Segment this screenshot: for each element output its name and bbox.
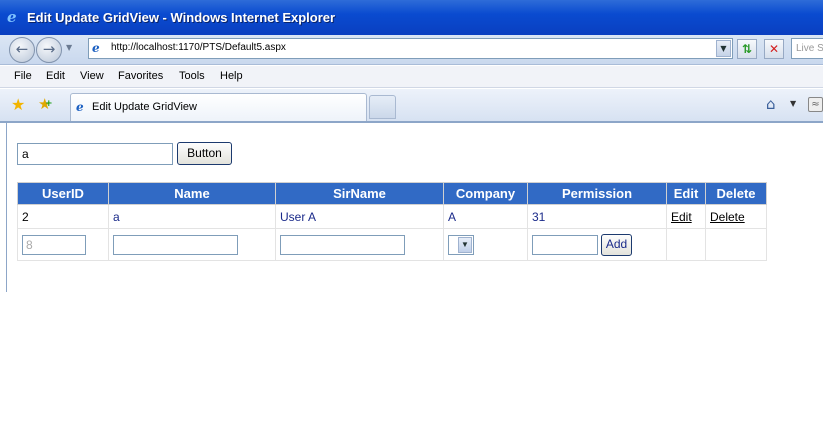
cell-delete: Delete — [705, 204, 767, 229]
blank-area — [0, 292, 823, 438]
chevron-down-icon: ▼ — [458, 236, 472, 253]
edit-link[interactable]: Edit — [671, 210, 692, 224]
add-favorite-icon[interactable]: ★ + — [38, 95, 53, 113]
grid-header-row: UserID Name SirName Company Permission E… — [17, 182, 767, 205]
footer-cell-company: ▼ — [443, 228, 528, 261]
tab-edit-update-gridview[interactable]: e Edit Update GridView — [70, 93, 367, 121]
col-edit: Edit — [666, 182, 706, 205]
menu-tools[interactable]: Tools — [179, 70, 205, 82]
menu-help[interactable]: Help — [220, 70, 243, 82]
footer-cell-sirname — [275, 228, 444, 261]
ie-logo-icon: e — [7, 8, 17, 26]
menu-view[interactable]: View — [80, 70, 104, 82]
new-tab-button[interactable] — [369, 95, 396, 119]
address-bar[interactable]: e http://localhost:1170/PTS/Default5.asp… — [88, 38, 733, 59]
col-delete: Delete — [705, 182, 767, 205]
address-toolbar: ← → ▼ e http://localhost:1170/PTS/Defaul… — [0, 35, 823, 65]
table-row: 2 a User A A 31 Edit Delete — [17, 204, 767, 229]
delete-link[interactable]: Delete — [710, 210, 745, 224]
new-userid-field[interactable]: 8 — [22, 234, 86, 255]
footer-cell-userid: 8 — [17, 228, 109, 261]
add-button[interactable]: Add — [601, 233, 632, 256]
new-company-select[interactable]: ▼ — [448, 234, 474, 255]
back-button[interactable]: ← — [9, 37, 35, 63]
col-permission: Permission — [527, 182, 667, 205]
footer-cell-edit — [666, 228, 706, 261]
favorites-star-icon[interactable]: ★ — [11, 95, 25, 114]
menu-edit[interactable]: Edit — [46, 70, 65, 82]
col-sirname: SirName — [275, 182, 444, 205]
footer-cell-permission: Add — [527, 228, 667, 261]
submit-button[interactable]: Button — [177, 142, 232, 165]
new-sirname-field[interactable] — [280, 234, 405, 255]
history-dropdown-icon[interactable]: ▼ — [66, 43, 72, 52]
window-titlebar: e Edit Update GridView - Windows Interne… — [0, 0, 823, 35]
new-permission-field[interactable] — [532, 234, 598, 255]
cell-name: a — [108, 204, 276, 229]
address-url[interactable]: http://localhost:1170/PTS/Default5.aspx — [111, 42, 286, 53]
window-title: Edit Update GridView - Windows Internet … — [27, 10, 336, 25]
col-name: Name — [108, 182, 276, 205]
refresh-icon[interactable]: ⇅ — [737, 39, 757, 59]
col-userid: UserID — [17, 182, 109, 205]
search-input[interactable] — [17, 143, 173, 165]
home-dropdown-icon[interactable]: ▼ — [790, 99, 796, 108]
cell-userid: 2 — [17, 204, 109, 229]
tab-label: Edit Update GridView — [92, 101, 197, 113]
new-name-field[interactable] — [113, 234, 238, 255]
page-icon: e — [92, 41, 100, 55]
tab-page-icon: e — [76, 100, 84, 114]
stop-icon[interactable]: ✕ — [764, 39, 784, 59]
menu-bar: File Edit View Favorites Tools Help — [0, 66, 823, 88]
footer-cell-delete — [705, 228, 767, 261]
col-company: Company — [443, 182, 528, 205]
menu-favorites[interactable]: Favorites — [118, 70, 163, 82]
footer-cell-name — [108, 228, 276, 261]
cell-company: A — [443, 204, 528, 229]
cell-edit: Edit — [666, 204, 706, 229]
cell-sirname: User A — [275, 204, 444, 229]
tab-bar: ★ ★ + e Edit Update GridView ⌂ ▼ ≈ — [0, 89, 823, 123]
home-icon[interactable]: ⌂ — [766, 95, 776, 113]
forward-button[interactable]: → — [36, 37, 62, 63]
feeds-icon[interactable]: ≈ — [808, 97, 823, 112]
address-dropdown-icon[interactable]: ▼ — [716, 40, 731, 57]
cell-permission: 31 — [527, 204, 667, 229]
user-gridview: UserID Name SirName Company Permission E… — [17, 182, 767, 261]
grid-footer-row: 8 ▼ Add — [17, 228, 767, 261]
live-search-input[interactable]: Live Search — [791, 38, 823, 59]
menu-file[interactable]: File — [14, 70, 32, 82]
